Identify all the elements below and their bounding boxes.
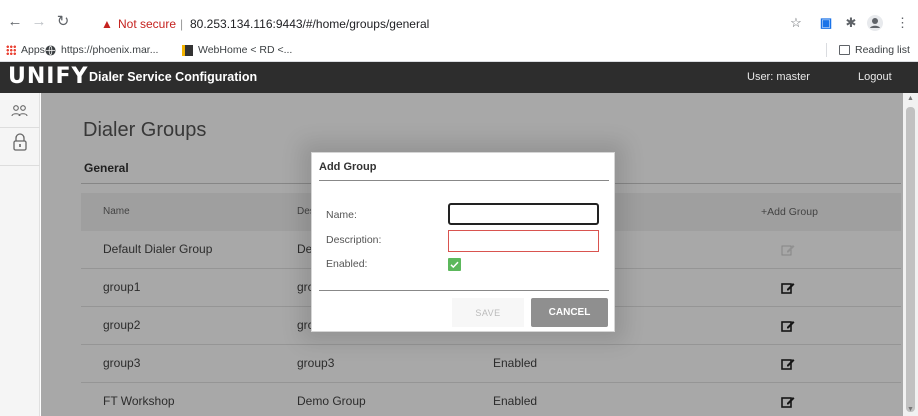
rail-divider [0, 165, 40, 166]
current-user: User: master [747, 71, 810, 83]
bookmark-label: WebHome < RD <... [198, 44, 293, 56]
page-scrollbar[interactable]: ▲ ▼ [903, 93, 918, 416]
cancel-button[interactable]: CANCEL [531, 298, 608, 327]
bookmark-label: Apps [21, 44, 45, 56]
side-navigation [0, 93, 40, 416]
scroll-up-arrow-icon[interactable]: ▲ [903, 93, 918, 105]
forward-icon[interactable]: → [30, 13, 48, 31]
security-label[interactable]: Not secure [118, 13, 176, 35]
rail-divider [0, 127, 40, 128]
browser-toolbar: ← → ↻ ▲ Not secure | 80.253.134.116:9443… [0, 10, 918, 38]
logout-link[interactable]: Logout [858, 62, 892, 93]
scroll-thumb[interactable] [906, 107, 915, 412]
extension-icon[interactable]: ▣ [818, 13, 834, 33]
app-title: Dialer Service Configuration [89, 70, 258, 84]
bookmark-label: https://phoenix.mar... [61, 44, 159, 56]
app-header: UNIFY Dialer Service Configuration User:… [0, 62, 918, 93]
groups-nav-item[interactable] [0, 105, 40, 120]
security-nav-item[interactable] [0, 133, 40, 154]
url-text[interactable]: 80.253.134.116:9443/#/home/groups/genera… [190, 13, 429, 35]
bookmark-apps[interactable]: Apps [6, 38, 45, 62]
unify-logo: UNIFY [8, 64, 89, 89]
dialog-divider [319, 290, 609, 291]
globe-icon [45, 44, 56, 56]
reading-list-button[interactable]: Reading list [839, 38, 910, 62]
lock-icon [13, 133, 27, 151]
description-label: Description: [326, 234, 382, 246]
browser-tab-strip [0, 0, 918, 10]
bookmarks-bar: Apps https://phoenix.mar... WebHome < RD… [0, 38, 918, 62]
reading-list-label: Reading list [855, 44, 910, 56]
dialog-title: Add Group [319, 161, 377, 173]
users-icon [11, 105, 28, 117]
webhome-favicon-icon [182, 44, 193, 56]
checkmark-icon [450, 261, 459, 269]
bookmarks-divider [826, 43, 827, 57]
url-divider: | [180, 17, 184, 31]
back-icon[interactable]: ← [6, 13, 24, 31]
bookmark-webhome[interactable]: WebHome < RD <... [182, 38, 292, 62]
bookmark-phoenix[interactable]: https://phoenix.mar... [45, 38, 158, 62]
add-group-dialog: Add Group Name: Description: Enabled: SA… [311, 152, 615, 332]
address-bar[interactable]: ▲ Not secure | 80.253.134.116:9443/#/hom… [92, 13, 872, 35]
dialog-divider [319, 180, 609, 181]
scroll-down-arrow-icon[interactable]: ▼ [903, 404, 918, 416]
bookmark-star-icon[interactable]: ☆ [788, 13, 804, 33]
reading-list-icon [839, 45, 850, 55]
enabled-checkbox[interactable] [448, 258, 461, 271]
menu-kebab-icon[interactable]: ⋮ [896, 13, 909, 33]
warning-icon[interactable]: ▲ [101, 13, 113, 35]
description-input[interactable] [448, 230, 599, 252]
name-label: Name: [326, 209, 357, 221]
profile-avatar-icon[interactable] [866, 13, 884, 33]
apps-grid-icon [6, 45, 16, 55]
name-input[interactable] [448, 203, 599, 225]
reload-icon[interactable]: ↻ [54, 13, 72, 31]
enabled-label: Enabled: [326, 258, 368, 270]
save-button[interactable]: SAVE [452, 298, 524, 327]
extensions-puzzle-icon[interactable]: ✱ [843, 13, 859, 33]
